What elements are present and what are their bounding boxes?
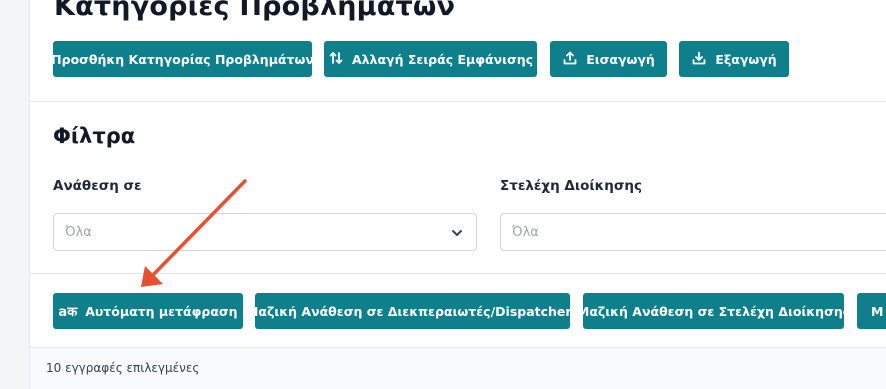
auto-translate-label: Αυτόματη μετάφραση xyxy=(85,303,238,319)
export-label: Εξαγωγή xyxy=(715,51,777,67)
filters-divider xyxy=(30,273,886,274)
add-category-label: Προσθήκη Κατηγορίας Προβλημάτων xyxy=(51,51,314,67)
header-divider xyxy=(30,101,886,102)
filters-heading: Φίλτρα xyxy=(53,124,136,148)
bulk-assign-management-label: Μαζική Ανάθεση σε Στελέχη Διοίκησης xyxy=(576,303,851,319)
add-category-button[interactable]: Προσθήκη Κατηγορίας Προβλημάτων xyxy=(51,41,314,77)
next-bulk-action-label: Μ xyxy=(871,303,884,319)
assigned-to-value: Όλα xyxy=(65,224,92,240)
auto-translate-button[interactable]: aक Αυτόματη μετάφραση xyxy=(53,293,243,329)
upload-icon xyxy=(562,50,578,69)
page: Κατηγορίες Προβλημάτων Προσθήκη Κατηγορί… xyxy=(0,0,886,389)
management-staff-value: Όλα xyxy=(512,224,539,240)
chevron-down-icon xyxy=(450,226,464,240)
bulk-assign-management-button[interactable]: Μαζική Ανάθεση σε Στελέχη Διοίκησης xyxy=(577,293,850,329)
selected-count: 10 εγγραφές επιλεγμένες xyxy=(46,361,200,375)
import-button[interactable]: Εισαγωγή xyxy=(550,41,667,77)
download-icon xyxy=(691,50,707,69)
next-bulk-action-button[interactable]: Μ xyxy=(857,293,886,329)
sort-arrows-icon xyxy=(328,50,344,69)
selection-footer: 10 εγγραφές επιλεγμένες xyxy=(30,347,886,389)
import-label: Εισαγωγή xyxy=(586,51,655,67)
management-staff-select[interactable]: Όλα xyxy=(500,213,886,251)
change-order-label: Αλλαγή Σειράς Εμφάνισης xyxy=(351,51,534,67)
assigned-to-select[interactable]: Όλα xyxy=(53,213,477,251)
page-title: Κατηγορίες Προβλημάτων xyxy=(54,0,456,22)
translate-icon: aक xyxy=(58,305,78,320)
bulk-assign-dispatchers-label: Μαζική Ανάθεση σε Διεκπεραιωτές/Dispatch… xyxy=(245,303,580,319)
export-button[interactable]: Εξαγωγή xyxy=(679,41,789,77)
main-card: Κατηγορίες Προβλημάτων Προσθήκη Κατηγορί… xyxy=(30,0,886,389)
bulk-assign-dispatchers-button[interactable]: Μαζική Ανάθεση σε Διεκπεραιωτές/Dispatch… xyxy=(246,293,579,329)
management-staff-label: Στελέχη Διοίκησης xyxy=(500,178,643,194)
assigned-to-label: Ανάθεση σε xyxy=(53,178,142,194)
change-order-button[interactable]: Αλλαγή Σειράς Εμφάνισης xyxy=(324,41,537,77)
left-gutter xyxy=(0,0,30,389)
